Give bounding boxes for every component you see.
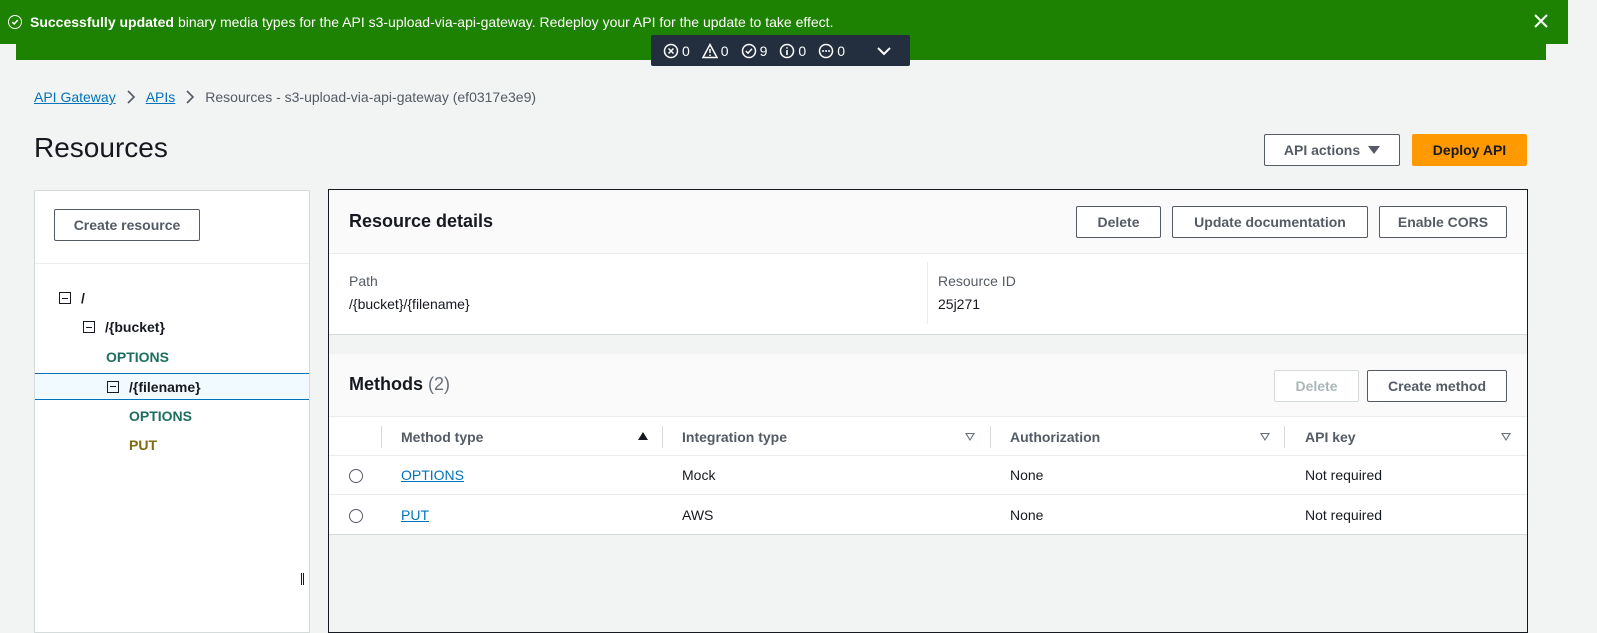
resource-id-value: 25j271 [938, 296, 981, 312]
column-separator [662, 426, 663, 448]
breadcrumb-api-gateway[interactable]: API Gateway [34, 89, 116, 105]
resource-details-title: Resource details [349, 211, 494, 231]
column-separator [990, 426, 991, 448]
column-api-key[interactable]: API key [1305, 418, 1356, 456]
row-select-radio[interactable] [349, 509, 363, 523]
deploy-api-button[interactable]: Deploy API [1412, 134, 1527, 166]
create-resource-button[interactable]: Create resource [54, 209, 200, 241]
resource-tree-panel: Create resource / /{bucket} OPTIONS /{fi… [34, 190, 310, 633]
update-documentation-button[interactable]: Update documentation [1172, 206, 1368, 238]
api-key-value: Not required [1305, 467, 1383, 483]
notification-counter-bar[interactable]: 0 0 9 0 0 [651, 35, 910, 66]
column-separator [1284, 426, 1285, 448]
methods-card: Methods (2) Delete Create method Method … [329, 354, 1527, 535]
row-select-radio[interactable] [349, 469, 363, 483]
authorization-value: None [1010, 507, 1044, 523]
resource-id-label: Resource ID [938, 273, 1016, 289]
collapse-icon[interactable] [83, 321, 95, 333]
create-method-button[interactable]: Create method [1367, 370, 1507, 402]
divider [35, 263, 309, 264]
check-circle-icon [741, 43, 756, 58]
collapse-icon[interactable] [107, 380, 119, 393]
chevron-right-icon [186, 90, 195, 104]
info-counter: 0 [779, 43, 806, 59]
path-label: Path [349, 273, 378, 289]
page-title: Resources [34, 132, 168, 163]
authorization-value: None [1010, 467, 1044, 483]
methods-title: Methods (2) [349, 374, 451, 394]
chevron-right-icon [127, 90, 135, 104]
delete-method-button[interactable]: Delete [1274, 370, 1359, 402]
table-row[interactable]: OPTIONS Mock None Not required [329, 456, 1527, 495]
breadcrumb-apis[interactable]: APIs [146, 89, 176, 105]
method-link-put[interactable]: PUT [401, 507, 429, 523]
breadcrumb: API Gateway APIs Resources - s3-upload-v… [34, 89, 536, 105]
warning-icon [701, 42, 718, 58]
breadcrumb-current: Resources - s3-upload-via-api-gateway (e… [205, 89, 537, 105]
close-icon[interactable] [1532, 12, 1550, 30]
delete-resource-button[interactable]: Delete [1076, 206, 1161, 238]
error-icon [663, 43, 679, 58]
tree-method-options[interactable]: OPTIONS [129, 408, 192, 424]
sort-icon[interactable] [1501, 433, 1511, 441]
success-icon [8, 15, 22, 29]
resource-content: Resource details Delete Update documenta… [328, 189, 1528, 633]
api-actions-button[interactable]: API actions [1264, 134, 1400, 166]
column-authorization[interactable]: Authorization [1010, 418, 1100, 456]
sort-ascending-icon[interactable] [638, 432, 648, 440]
method-link-options[interactable]: OPTIONS [401, 467, 464, 483]
column-integration-type[interactable]: Integration type [682, 418, 787, 456]
caret-down-icon [1368, 146, 1381, 154]
column-method-type[interactable]: Method type [401, 418, 483, 456]
pending-counter: 0 [818, 43, 845, 59]
path-value: /{bucket}/{filename} [349, 296, 470, 312]
tree-node-root[interactable]: / [59, 290, 85, 306]
divider [927, 262, 928, 324]
integration-type-value: Mock [682, 467, 716, 483]
flash-strong: Successfully updated [30, 14, 174, 30]
sort-icon[interactable] [1260, 433, 1270, 441]
flash-message: binary media types for the API s3-upload… [177, 14, 834, 30]
enable-cors-button[interactable]: Enable CORS [1379, 206, 1507, 238]
tree-node-bucket[interactable]: /{bucket} [83, 319, 165, 335]
tree-method-put[interactable]: PUT [129, 437, 157, 453]
resize-handle[interactable] [301, 573, 304, 585]
info-icon [780, 43, 795, 58]
chevron-down-icon[interactable] [876, 43, 892, 59]
pending-icon [818, 43, 834, 58]
methods-count: (2) [428, 374, 451, 394]
warning-counter: 0 [701, 42, 729, 59]
column-separator [381, 426, 382, 448]
tree-node-filename[interactable]: /{filename} [35, 373, 309, 400]
tree-method-options[interactable]: OPTIONS [106, 349, 169, 365]
sort-icon[interactable] [965, 433, 975, 441]
integration-type-value: AWS [682, 507, 714, 523]
collapse-icon[interactable] [59, 292, 71, 304]
resource-details-card: Resource details Delete Update documenta… [329, 190, 1527, 335]
api-key-value: Not required [1305, 507, 1383, 523]
table-row[interactable]: PUT AWS None Not required [329, 496, 1527, 535]
success-counter: 9 [741, 43, 767, 59]
error-counter: 0 [663, 43, 690, 59]
